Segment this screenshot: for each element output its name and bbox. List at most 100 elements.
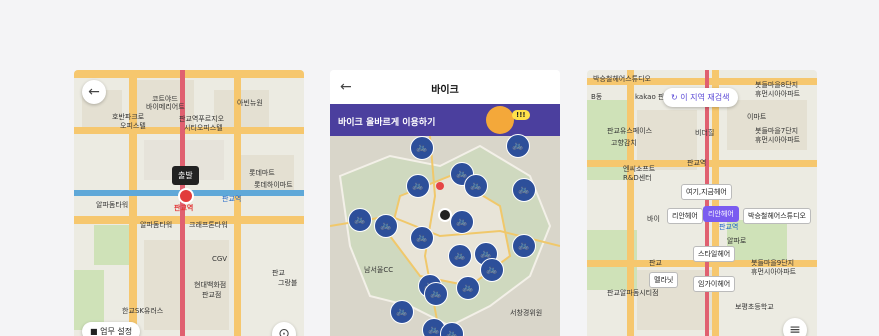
bike-pin[interactable]: 🚲 [410,136,434,160]
bike-icon: 🚲 [416,233,428,243]
map-label: 서창경위원 [510,309,543,317]
bike-icon: 🚲 [380,221,392,231]
map-poi: 엔씨소프트 [623,165,656,173]
map-poi: 박승철헤어스튜디오 [593,75,651,83]
map-poi: B동 [591,93,603,101]
bike-pin[interactable]: 🚲 [374,214,398,238]
back-button[interactable]: ← [82,80,106,104]
bike-icon: 🚲 [454,251,466,261]
bike-pin[interactable]: 🚲 [512,178,536,202]
bike-icon: 🚲 [470,181,482,191]
bike-pin[interactable]: 🚲 [512,234,536,258]
map-poi: 아빈뉴원 [237,99,263,107]
map-poi: 오피스텔 [120,122,146,130]
map-poi: 바이 [647,215,660,223]
map-poi: 봇들마을8단지 [755,81,799,89]
bike-pin[interactable]: 🚲 [506,134,530,158]
bike-pin[interactable]: 🚲 [464,174,488,198]
filter-button[interactable]: ≡ [783,318,807,336]
map-poi: R&D센터 [623,174,652,182]
map-poi: CGV [212,255,228,263]
map-poi: 판교역 [222,195,242,203]
map-poi: 코트야드 [152,95,178,103]
bike-pin[interactable]: 🚲 [406,174,430,198]
departure-label: 출발 [178,171,193,180]
map-poi: 크래프톤타워 [189,221,228,229]
map-poi: 휴먼시아아파트 [755,90,801,98]
map-poi: 봇들마을9단지 [751,259,795,267]
bike-pin[interactable]: 🚲 [424,282,448,306]
map-poi: 판교 [272,269,285,277]
map-label: 남서울CC [364,266,394,274]
bike-icon: 🚲 [518,241,530,251]
map-poi: 이마트 [747,113,767,121]
place-tag[interactable]: 리안헤어 [667,208,703,224]
bike-icon: 🚲 [462,283,474,293]
departure-pin [178,188,194,204]
place-tag[interactable]: 여기,지금헤어 [681,184,732,200]
bike-pin[interactable]: 🚲 [390,300,414,324]
banner-text: 바이크 올바르게 이용하기 [338,118,436,128]
map-poi: 봇들마을7단지 [755,127,799,135]
map-screen-salons: 박승철헤어스튜디오 B동 kakao 판교 봇들마을8단지 휴먼시아아파트 판교… [587,70,817,336]
place-tag[interactable]: 스타일헤어 [693,246,736,262]
map-poi: 알파로 [727,237,747,245]
map-poi: 판교점 [202,291,222,299]
banner-badge: !!! [512,110,530,120]
bike-header: ← 바이크 [330,70,560,104]
bike-pin[interactable]: 🚲 [348,208,372,232]
map-poi: 한교SK유러스 [122,307,164,315]
bike-icon: 🚲 [396,307,408,317]
map-poi: 롯데마트 [249,169,275,177]
map-poi: 휴먼시아아파트 [755,136,801,144]
map-poi: 판교역 [719,223,739,231]
bike-icon: 🚲 [446,329,458,336]
bike-icon: 🚲 [518,185,530,195]
bike-pin[interactable]: 🚲 [448,244,472,268]
map-poi: 시티오피스텔 [184,124,223,132]
locate-icon: ⊙ [278,326,290,336]
place-tag[interactable]: 임가이헤어 [693,276,736,292]
departure-marker[interactable]: 출발 [172,166,199,185]
bike-icon: 🚲 [486,265,498,275]
map-poi: 판교 [649,259,662,267]
bike-pin[interactable]: 🚲 [456,276,480,300]
briefcase-icon: ■ [90,327,98,336]
map-poi: 바이메리어트 [146,103,185,111]
bike-pin[interactable]: 🚲 [410,226,434,250]
map-poi: 판교역푸르지오 [179,115,225,123]
bike-icon: 🚲 [512,141,524,151]
arrow-left-icon: ← [88,84,100,100]
bike-icon: 🚲 [430,289,442,299]
character-icon [486,106,514,134]
bike-pin[interactable]: 🚲 [480,258,504,282]
bike-icon: 🚲 [456,217,468,227]
work-setting-button[interactable]: ■ 업무 설정 [82,322,141,336]
map-poi: 현대백화점 [194,281,227,289]
page-title: 바이크 [431,85,459,96]
map-poi: 롯데하이마트 [254,181,293,189]
research-area-button[interactable]: ↻ 이 지역 재검색 [663,88,738,107]
map-poi: 비더힐 [695,129,715,137]
bike-icon: 🚲 [412,181,424,191]
bike-guide-banner[interactable]: 바이크 올바르게 이용하기 !!! [330,104,560,136]
map-poi: 보평초등학교 [735,303,774,311]
map-poi: 호반파크로 [112,113,145,121]
place-tag[interactable]: 멜라닛 [649,272,679,288]
place-tag[interactable]: 박승철헤어스튜디오 [743,208,811,224]
bike-icon: 🚲 [354,215,366,225]
bike-pin[interactable]: 🚲 [450,210,474,234]
map-poi: 휴먼시아아파트 [751,268,797,276]
map-screen-departure: ← 코트야드 바이메리어트 아빈뉴원 호반파크로 오피스텔 판교역푸르지오 시티… [74,70,304,336]
work-setting-label: 업무 설정 [100,327,133,336]
map-poi: 그랑블 [278,279,298,287]
research-area-label: 이 지역 재검색 [680,93,730,102]
bike-screen: ← 바이크 바이크 올바르게 이용하기 !!! 남서울CC 서창경위원 🚲 🚲 🚲 🚲… [330,70,560,336]
map-poi: 판교알파돔시티점 [607,289,659,297]
station-label: 판교역 [174,204,194,212]
bike-icon: 🚲 [416,143,428,153]
map-poi: 판교역 [687,159,707,167]
selected-place-tag[interactable]: 리안헤어 [703,206,739,222]
map-poi: 판교유스페이스 [607,127,653,135]
bike-icon: 🚲 [428,325,440,335]
